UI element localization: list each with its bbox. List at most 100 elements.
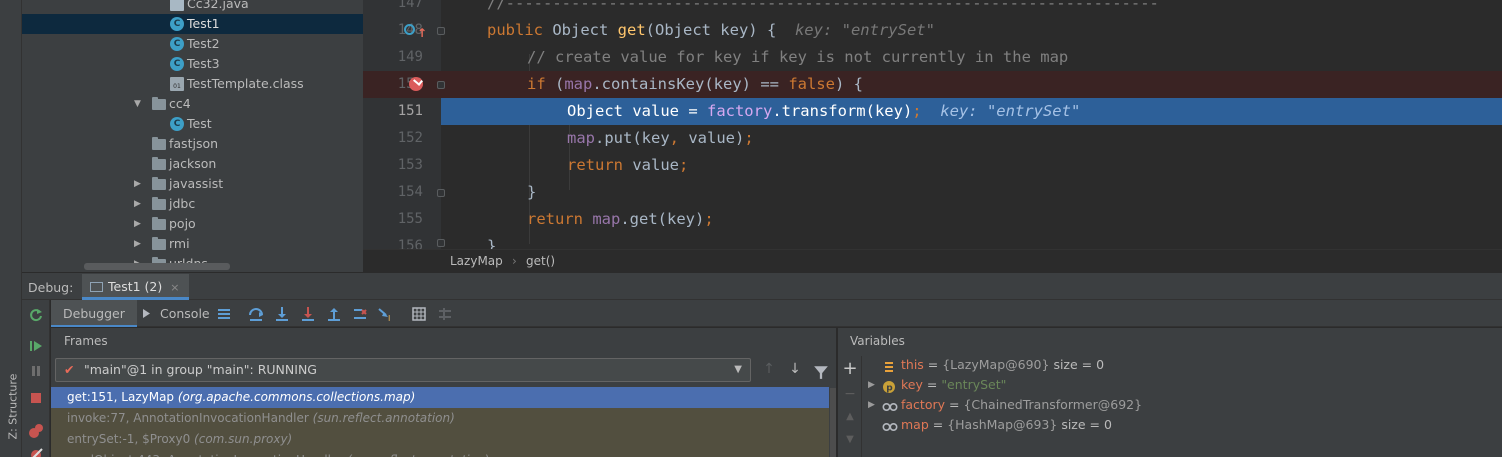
trace-stream-icon[interactable] (437, 306, 453, 322)
force-step-into-icon[interactable] (300, 306, 316, 322)
view-breakpoints-icon[interactable] (28, 423, 44, 439)
tree-item-label: jdbc (169, 196, 196, 211)
project-tree[interactable]: Cc32.java C Test1 C Test2 C Test3 01 TestTemplat… (22, 0, 363, 272)
tool-window-strip: Z: Structure (0, 0, 22, 457)
variable-text: this = {LazyMap@690} size = 0 (901, 355, 1104, 375)
expand-arrow-icon[interactable]: ▼ (134, 94, 144, 114)
code-line-149[interactable]: 149 // create value for key if key is no… (363, 44, 1502, 71)
collapse-arrow-icon[interactable]: ▶ (134, 214, 144, 234)
fold-marker-icon[interactable] (437, 239, 445, 247)
tree-item[interactable]: Cc32.java (22, 0, 363, 14)
filter-icon[interactable] (813, 363, 829, 381)
mute-breakpoints-icon[interactable] (28, 447, 44, 457)
console-icon (143, 309, 150, 318)
code-editor[interactable]: 147 //----------------------------------… (363, 0, 1502, 249)
java-file-icon (170, 0, 184, 11)
debug-session-tab[interactable]: Test1 (2) × (82, 274, 190, 300)
expand-arrow-icon[interactable]: ▶ (868, 395, 875, 415)
stack-frame-method: readObject:443, AnnotationInvocationHand… (67, 453, 343, 457)
close-tab-icon[interactable]: × (170, 281, 179, 294)
tree-item[interactable]: ▶ rmi (22, 234, 363, 254)
tree-item[interactable]: ▶ pojo (22, 214, 363, 234)
move-down-icon[interactable]: ▼ (842, 432, 858, 448)
code-line-152[interactable]: 152 map.put(key, value); (363, 125, 1502, 152)
remove-watch-icon[interactable]: − (842, 386, 858, 402)
tree-item-label: TestTemplate.class (187, 76, 304, 91)
fold-marker-icon[interactable] (437, 81, 445, 89)
folder-icon (152, 97, 166, 110)
variable-row[interactable]: ▶ factory = {ChainedTransformer@692} (862, 395, 1502, 415)
breakpoint-icon[interactable] (409, 77, 423, 91)
add-watch-icon[interactable]: + (842, 360, 858, 378)
tree-item[interactable]: ▶ jdbc (22, 194, 363, 214)
stack-frame-row[interactable]: readObject:443, AnnotationInvocationHand… (51, 450, 829, 457)
fold-marker-icon[interactable] (437, 27, 445, 35)
step-into-icon[interactable] (274, 306, 290, 322)
tab-console[interactable]: Console (141, 300, 210, 327)
breadcrumb-class[interactable]: LazyMap (450, 250, 503, 273)
tree-item[interactable]: fastjson (22, 134, 363, 154)
debug-side-toolbar (22, 300, 50, 457)
rerun-icon[interactable] (28, 307, 44, 323)
folder-icon (152, 217, 166, 230)
infinity-icon (882, 399, 898, 412)
variable-row[interactable]: this = {LazyMap@690} size = 0 (862, 355, 1502, 375)
stop-icon[interactable] (28, 390, 44, 406)
code-line-150[interactable]: 150 if (map.containsKey(key) == false) { (363, 71, 1502, 98)
thread-selector[interactable]: ✔ "main"@1 in group "main": RUNNING ▼ (55, 358, 751, 382)
tree-item-label: pojo (169, 216, 196, 231)
tree-item[interactable]: ▶ javassist (22, 174, 363, 194)
code-line-155[interactable]: 155 return map.get(key); (363, 206, 1502, 233)
collapse-arrow-icon[interactable]: ▶ (134, 194, 144, 214)
evaluate-expression-icon[interactable] (411, 306, 427, 322)
breadcrumb-method[interactable]: get() (526, 250, 555, 273)
stack-frame-row[interactable]: entrySet:-1, $Proxy0 (com.sun.proxy) (51, 429, 829, 450)
tree-item[interactable]: jackson (22, 154, 363, 174)
tree-item[interactable]: ▼ cc4 (22, 94, 363, 114)
tab-debugger-label: Debugger (63, 306, 125, 321)
step-out-icon[interactable] (326, 306, 342, 322)
previous-frame-arrow-icon[interactable]: ↑ (761, 361, 777, 379)
tree-item[interactable]: 01 TestTemplate.class (22, 74, 363, 94)
tree-item[interactable]: C Test (22, 114, 363, 134)
step-over-icon[interactable] (248, 306, 264, 322)
code-line-147[interactable]: 147 //----------------------------------… (363, 0, 1502, 17)
class-icon: C (170, 37, 184, 51)
expand-arrow-icon[interactable]: ▶ (868, 375, 875, 395)
variable-value: "entrySet" (941, 377, 1007, 392)
collapse-arrow-icon[interactable]: ▶ (134, 234, 144, 254)
variable-text: key = "entrySet" (901, 375, 1006, 395)
code-text: map.put(key, value); (567, 129, 754, 147)
move-up-icon[interactable]: ▲ (842, 409, 858, 425)
drop-frame-icon[interactable] (352, 306, 368, 322)
code-line-153[interactable]: 153 return value; (363, 152, 1502, 179)
tree-item[interactable]: C Test2 (22, 34, 363, 54)
tab-debugger[interactable]: Debugger (51, 300, 137, 327)
collapse-arrow-icon[interactable]: ▶ (134, 174, 144, 194)
tree-item-label: cc4 (169, 96, 191, 111)
pause-icon[interactable] (28, 363, 44, 379)
run-to-cursor-icon[interactable]: I (378, 306, 394, 322)
code-line-156[interactable]: 156 } (363, 233, 1502, 249)
variable-row[interactable]: ▶ p key = "entrySet" (862, 375, 1502, 395)
variable-name: key (901, 377, 923, 392)
resume-icon[interactable] (28, 338, 44, 354)
code-line-148[interactable]: 148 ↑ public Object get(Object key) { ke… (363, 17, 1502, 44)
override-method-icon[interactable] (404, 24, 415, 35)
stack-frame-row[interactable]: invoke:77, AnnotationInvocationHandler (… (51, 408, 829, 429)
fold-marker-icon[interactable] (437, 189, 445, 197)
variable-row[interactable]: map = {HashMap@693} size = 0 (862, 415, 1502, 435)
tree-item[interactable]: C Test3 (22, 54, 363, 74)
code-line-154[interactable]: 154 } (363, 179, 1502, 206)
layout-icon[interactable] (216, 306, 232, 322)
stack-frame-package: (sun.reflect.annotation) (312, 411, 455, 425)
tree-horizontal-scrollbar[interactable] (84, 263, 230, 270)
stack-frame-row[interactable]: get:151, LazyMap (org.apache.commons.col… (51, 387, 829, 408)
next-frame-arrow-icon[interactable]: ↓ (787, 361, 803, 379)
line-number: 147 (397, 0, 423, 11)
tree-item[interactable]: C Test1 (22, 14, 363, 34)
frames-scrollbar[interactable] (830, 388, 836, 457)
structure-tool-tab[interactable]: Z: Structure (2, 374, 20, 442)
code-line-151-execution-point[interactable]: 151 Object value = factory.transform(key… (363, 98, 1502, 125)
chevron-down-icon: ▼ (734, 364, 742, 375)
